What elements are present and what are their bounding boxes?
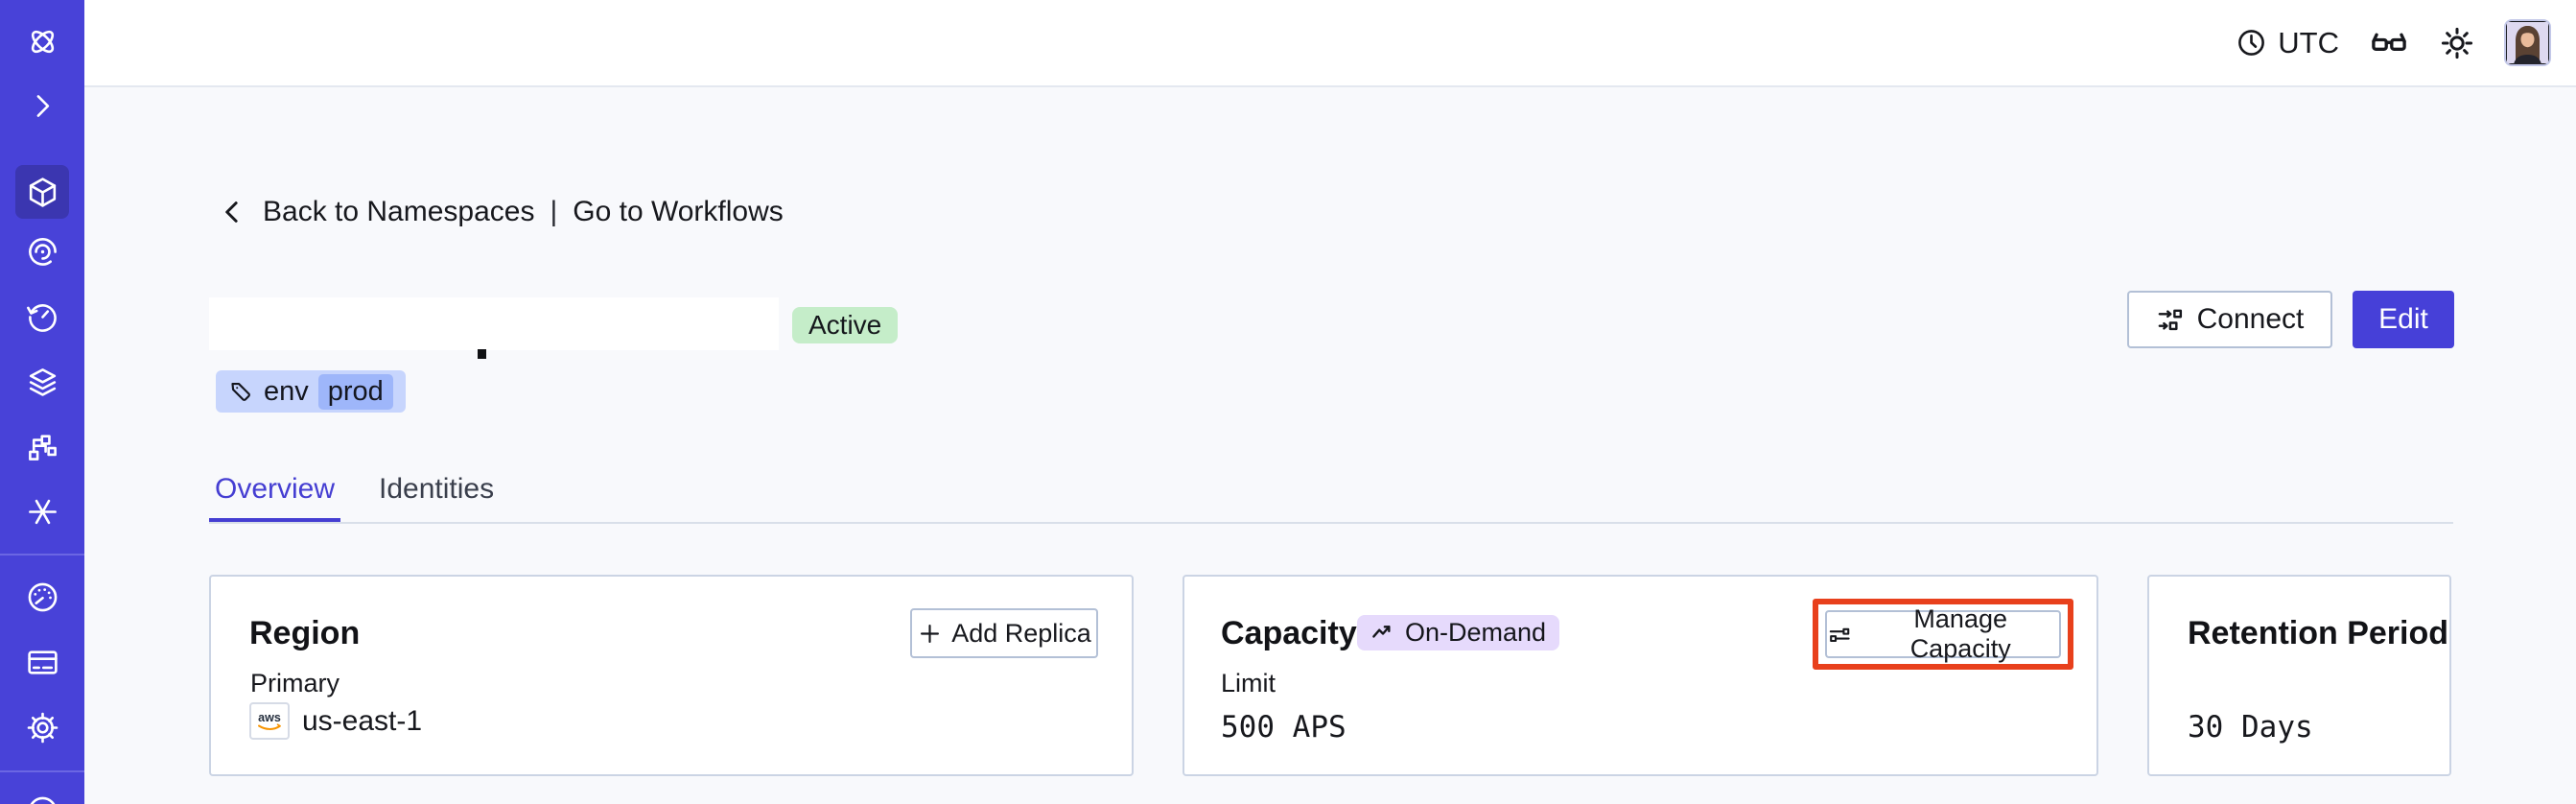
topbar: UTC bbox=[84, 0, 2576, 87]
header-actions: Connect Edit bbox=[2127, 291, 2454, 348]
region-card: Region Add Replica Primary aws us-east-1 bbox=[209, 575, 1134, 776]
temporal-logo-icon[interactable] bbox=[15, 14, 69, 68]
expand-sidebar-chevron-right-icon[interactable] bbox=[15, 79, 69, 132]
sidebar-divider bbox=[0, 554, 84, 556]
namespace-title-redacted bbox=[209, 297, 779, 350]
app-window: UTC Back to Namespaces | Go to Workflows… bbox=[0, 0, 2576, 804]
tab-overview[interactable]: Overview bbox=[209, 470, 341, 524]
tag-value-chip: prod bbox=[317, 373, 393, 410]
sidebar-item-gauge-icon[interactable] bbox=[15, 570, 69, 624]
overview-cards: Region Add Replica Primary aws us-east-1… bbox=[209, 575, 2451, 776]
edit-button[interactable]: Edit bbox=[2353, 291, 2454, 348]
aws-logo-icon: aws bbox=[249, 702, 290, 740]
sidebar-divider bbox=[0, 770, 84, 772]
region-card-title: Region bbox=[249, 615, 361, 651]
sidebar-item-credit-card-icon[interactable] bbox=[15, 635, 69, 689]
svg-text:aws: aws bbox=[258, 711, 281, 724]
tag-icon bbox=[231, 382, 250, 401]
sidebar-item-spiral-icon[interactable] bbox=[15, 225, 69, 278]
connect-flow-icon bbox=[2158, 309, 2182, 330]
sidebar-item-asterisk-icon[interactable] bbox=[15, 485, 69, 538]
retention-value: 30 Days bbox=[2188, 710, 2313, 745]
limit-label: Limit bbox=[1221, 669, 1276, 698]
back-to-namespaces-link[interactable]: Back to Namespaces bbox=[263, 196, 534, 228]
tag-key: env bbox=[264, 375, 309, 407]
breadcrumb: Back to Namespaces | Go to Workflows bbox=[219, 196, 784, 228]
user-avatar[interactable] bbox=[2504, 19, 2551, 66]
capacity-card-title: Capacity bbox=[1221, 615, 1357, 651]
sidebar-item-layers-icon[interactable] bbox=[15, 355, 69, 409]
trending-up-icon bbox=[1372, 626, 1391, 638]
capacity-limit-value: 500 APS bbox=[1221, 710, 1347, 745]
timezone-selector[interactable]: UTC bbox=[2236, 26, 2339, 60]
primary-label: Primary bbox=[250, 669, 340, 698]
breadcrumb-separator: | bbox=[550, 196, 558, 227]
tab-identities[interactable]: Identities bbox=[373, 470, 500, 524]
main-content: Back to Namespaces | Go to Workflows Act… bbox=[84, 88, 2576, 804]
labs-glasses-icon[interactable] bbox=[2369, 23, 2409, 63]
red-annotation-box: Manage Capacity bbox=[1813, 599, 2073, 670]
manage-capacity-button[interactable]: Manage Capacity bbox=[1825, 604, 2061, 663]
tab-divider-line bbox=[209, 522, 2453, 524]
primary-region-value: us-east-1 bbox=[302, 704, 423, 737]
retention-card: Retention Period 30 Days bbox=[2147, 575, 2451, 776]
theme-sun-icon[interactable] bbox=[2439, 25, 2475, 61]
clock-icon bbox=[2238, 30, 2265, 56]
sidebar-item-gear-icon[interactable] bbox=[15, 700, 69, 754]
connect-button[interactable]: Connect bbox=[2127, 291, 2332, 348]
capacity-card: Capacity On-Demand Manage Capacity Limit… bbox=[1183, 575, 2098, 776]
sliders-icon bbox=[1829, 627, 1850, 642]
status-badge: Active bbox=[792, 307, 899, 343]
add-replica-button[interactable]: Add Replica bbox=[910, 608, 1098, 658]
namespace-title-descender bbox=[478, 349, 486, 359]
namespace-tag: env prod bbox=[216, 370, 406, 413]
sidebar-item-namespaces-cube-icon[interactable] bbox=[15, 165, 69, 219]
sidebar-item-circle-icon[interactable] bbox=[15, 784, 69, 804]
go-to-workflows-link[interactable]: Go to Workflows bbox=[573, 196, 784, 228]
plus-icon bbox=[921, 624, 940, 643]
sidebar-item-branch-icon[interactable] bbox=[15, 419, 69, 473]
on-demand-badge: On-Demand bbox=[1357, 615, 1560, 650]
primary-region-row: aws us-east-1 bbox=[249, 702, 422, 740]
tab-bar: Overview Identities bbox=[209, 470, 532, 524]
timezone-label: UTC bbox=[2278, 25, 2339, 59]
retention-card-title: Retention Period bbox=[2188, 615, 2449, 651]
chevron-left-icon[interactable] bbox=[219, 198, 247, 226]
sidebar bbox=[0, 0, 84, 804]
sidebar-item-retry-clock-icon[interactable] bbox=[15, 290, 69, 343]
